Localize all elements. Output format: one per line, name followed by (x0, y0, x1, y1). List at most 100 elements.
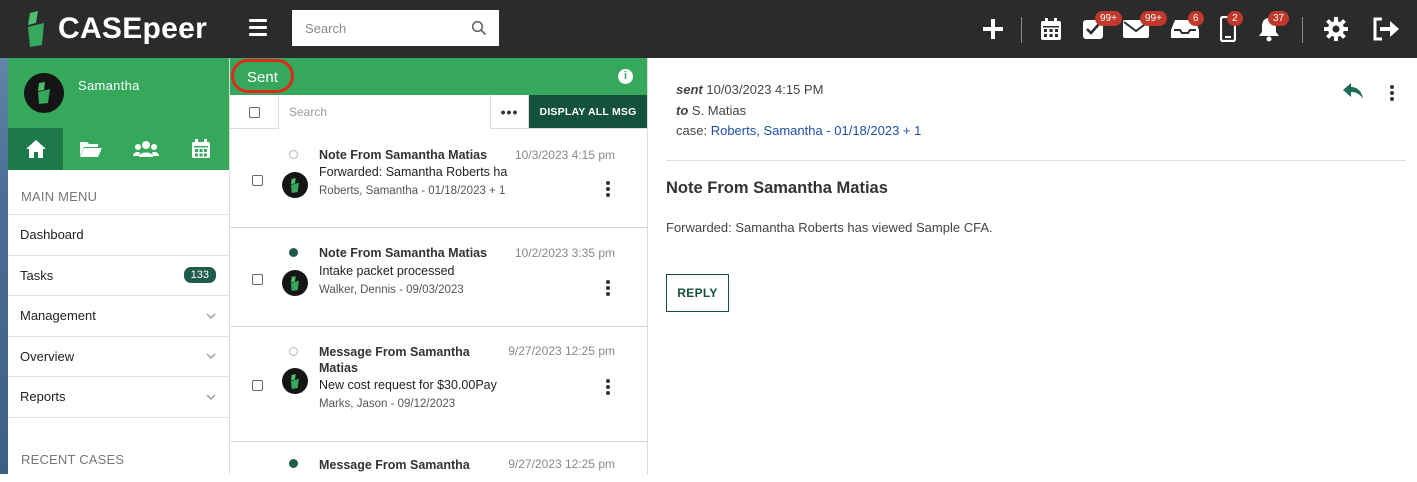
tasks-count-badge: 133 (183, 267, 216, 284)
message-title: Note From Samantha Matias (319, 246, 488, 260)
message-checkbox[interactable] (252, 380, 263, 391)
message-detail-panel: sent 10/03/2023 4:15 PM to S. Matias cas… (648, 58, 1417, 474)
detail-menu-icon[interactable] (1389, 85, 1395, 103)
sidebar-item-label: Overview (20, 348, 75, 364)
global-search-input[interactable] (292, 10, 499, 46)
message-preview: New cost request for $30.00Pay (319, 378, 497, 392)
message-menu-icon[interactable] (605, 280, 611, 298)
list-item[interactable]: Note From Samantha Matias 10/3/2023 4:15… (230, 129, 647, 228)
case-label: case: (676, 123, 708, 138)
case-link[interactable]: Roberts, Samantha - 01/18/2023 + 1 (711, 123, 922, 138)
users-icon (133, 141, 160, 157)
message-search-input[interactable] (279, 95, 491, 129)
display-all-button[interactable]: DISPLAY ALL MSG (529, 95, 647, 128)
message-checkbox[interactable] (252, 274, 263, 285)
chevron-down-icon (206, 394, 216, 400)
casepeer-logo[interactable]: CASEpeer (24, 10, 214, 48)
sent-line: sent 10/03/2023 4:15 PM (676, 82, 823, 97)
top-navigation-bar: CASEpeer 99+ 99+ 6 2 37 (0, 0, 1417, 58)
select-all-checkbox[interactable] (248, 106, 260, 118)
list-item[interactable]: Note From Samantha Matias 10/2/2023 3:35… (230, 228, 647, 327)
toolbar-divider (1021, 17, 1022, 43)
list-item[interactable]: Message From Samantha 9/27/2023 12:25 pm (230, 442, 647, 482)
message-preview: Forwarded: Samantha Roberts ha (319, 165, 508, 179)
sidebar-item-label: Tasks (20, 267, 54, 283)
message-preview: Intake packet processed (319, 264, 455, 278)
message-menu-icon[interactable] (605, 181, 611, 199)
desktop-background (0, 0, 8, 474)
mail-icon[interactable]: 99+ (1122, 11, 1167, 44)
mobile-phone-icon[interactable]: 2 (1219, 11, 1243, 44)
sidebar-item-label: Dashboard (20, 227, 84, 243)
inbox-badge: 6 (1188, 11, 1204, 26)
gear-icon[interactable] (1322, 14, 1350, 44)
divider (666, 160, 1406, 161)
tab-home[interactable] (8, 128, 64, 170)
inbox-tray-icon[interactable]: 6 (1170, 11, 1204, 44)
user-logo-icon (38, 82, 50, 104)
search-icon[interactable] (471, 20, 487, 36)
message-menu-icon[interactable] (605, 379, 611, 397)
message-date: 10/2/2023 3:35 pm (514, 246, 615, 260)
user-profile-panel: Samantha (8, 58, 229, 128)
avatar (282, 368, 308, 394)
add-new-icon[interactable] (981, 14, 1005, 44)
to-line: to S. Matias (676, 103, 746, 118)
tasks-badge: 99+ (1095, 11, 1122, 26)
list-header: Sent i (230, 58, 647, 95)
message-case: Roberts, Samantha - 01/18/2023 + 1 (319, 185, 506, 197)
list-toolbar: ••• DISPLAY ALL MSG (230, 95, 647, 129)
sidebar-item-label: Management (20, 308, 96, 324)
sign-out-icon[interactable] (1371, 14, 1401, 44)
sent-label: sent (676, 82, 703, 97)
message-title: Message From Samantha (319, 458, 470, 472)
folder-open-icon (79, 142, 102, 157)
message-body: Forwarded: Samantha Roberts has viewed S… (666, 220, 993, 235)
unread-status-dot (289, 459, 298, 468)
recipient-name: S. Matias (691, 103, 747, 118)
tab-calendar[interactable] (174, 128, 229, 170)
more-options-button[interactable]: ••• (491, 95, 529, 129)
sent-date: 10/03/2023 4:15 PM (706, 82, 824, 97)
notifications-bell-icon[interactable]: 37 (1256, 11, 1290, 44)
sidebar: Samantha MAIN MENU Dashboard Tasks 133 M… (8, 58, 230, 474)
user-name: Samantha (78, 78, 140, 93)
read-status-dot (289, 347, 298, 356)
sidebar-item-management[interactable]: Management (8, 295, 229, 336)
main-menu-heading: MAIN MENU (21, 189, 98, 204)
toolbar-divider (1302, 17, 1303, 43)
sidebar-item-reports[interactable]: Reports (8, 376, 229, 417)
avatar (282, 172, 308, 198)
tab-contacts[interactable] (119, 128, 174, 170)
sidebar-item-overview[interactable]: Overview (8, 335, 229, 377)
to-label: to (676, 103, 689, 118)
home-icon (25, 140, 46, 158)
recent-cases-heading: RECENT CASES (8, 416, 229, 467)
brand-name: CASEpeer (58, 12, 208, 45)
calendar-icon[interactable] (1039, 14, 1063, 44)
sidebar-item-label: Reports (20, 389, 66, 405)
message-checkbox[interactable] (252, 175, 263, 186)
user-logo-icon (291, 275, 299, 291)
list-item[interactable]: Message From Samantha Matias 9/27/2023 1… (230, 327, 647, 442)
tab-cases[interactable] (63, 128, 118, 170)
avatar[interactable] (24, 73, 64, 113)
sidebar-item-dashboard[interactable]: Dashboard (8, 214, 229, 255)
mail-badge: 99+ (1140, 11, 1167, 26)
hamburger-menu-icon[interactable] (249, 19, 267, 37)
user-logo-icon (291, 177, 299, 193)
reply-button[interactable]: REPLY (666, 274, 729, 312)
case-line: case: Roberts, Samantha - 01/18/2023 + 1 (676, 123, 921, 138)
tasks-checkbox-icon[interactable]: 99+ (1081, 11, 1122, 44)
sidebar-item-tasks[interactable]: Tasks 133 (8, 254, 229, 296)
reply-icon[interactable] (1342, 82, 1364, 100)
chevron-down-icon (206, 353, 216, 360)
info-icon[interactable]: i (618, 69, 633, 84)
unread-status-dot (289, 248, 298, 257)
message-title: Note From Samantha Matias (319, 148, 488, 162)
message-case: Walker, Dennis - 09/03/2023 (319, 284, 464, 296)
message-list-panel: Sent i ••• DISPLAY ALL MSG Note From Sam… (230, 58, 648, 474)
select-all-wrapper (230, 95, 279, 129)
message-date: 10/3/2023 4:15 pm (514, 148, 615, 162)
highlight-annotation (231, 59, 294, 93)
